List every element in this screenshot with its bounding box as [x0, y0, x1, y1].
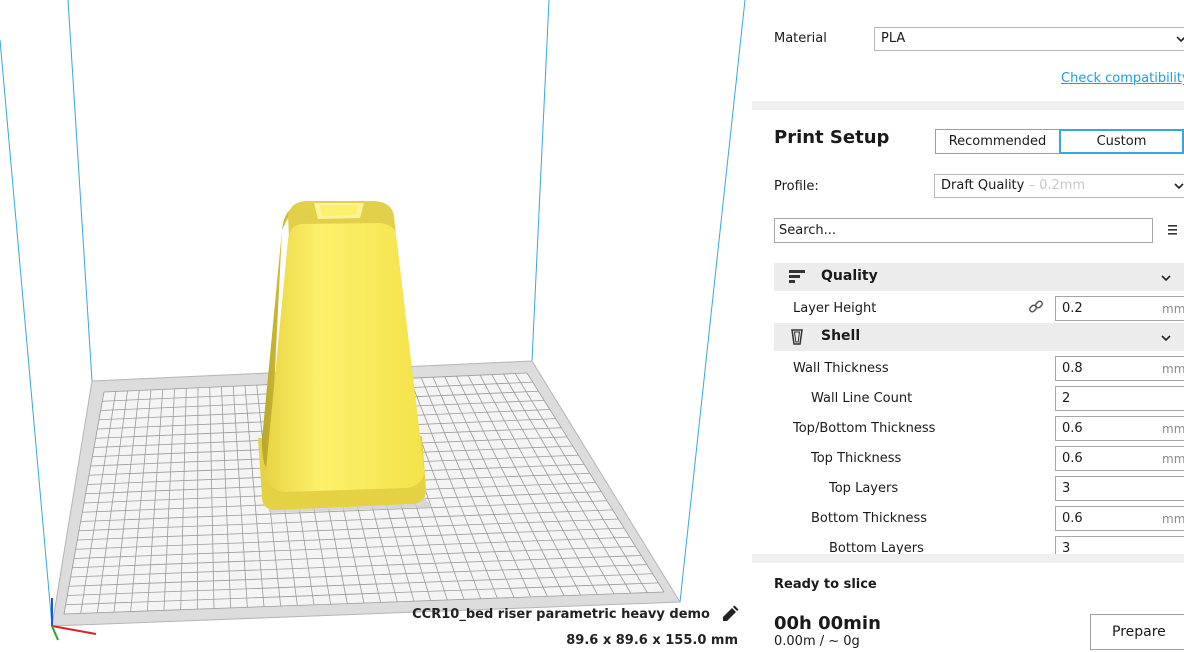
chevron-down-icon [1161, 275, 1171, 282]
menu-icon[interactable] [1165, 223, 1179, 237]
profile-value: Draft Quality [941, 178, 1025, 193]
wall-thickness-value: 0.8 [1062, 361, 1083, 376]
material-value: PLA [881, 31, 906, 46]
model-bed-riser [258, 201, 426, 510]
unit-label: mm [1162, 452, 1184, 466]
bottom-layers-value: 3 [1062, 541, 1071, 554]
slice-status: Ready to slice [774, 577, 877, 592]
model-dimensions: 89.6 x 89.6 x 155.0 mm [566, 633, 738, 648]
layer-height-value: 0.2 [1062, 301, 1083, 316]
setting-label-bottom-layers: Bottom Layers [829, 541, 924, 554]
setting-label-bottom-thickness: Bottom Thickness [811, 511, 928, 526]
layer-height-input[interactable]: 0.2 mm [1055, 296, 1184, 321]
print-setup-panel: Print Setup Recommended Custom Profile: … [752, 110, 1184, 554]
material-panel: Material PLA Check compatibility [752, 0, 1184, 101]
setting-label-wall-thickness: Wall Thickness [793, 361, 889, 376]
y-axis [51, 625, 59, 641]
top-thickness-value: 0.6 [1062, 451, 1083, 466]
slice-panel: Ready to slice 00h 00min 0.00m / ~ 0g Pr… [752, 563, 1184, 652]
3d-viewport[interactable]: CCR10_bed riser parametric heavy demo 89… [0, 0, 752, 652]
wall-thickness-input[interactable]: 0.8 mm [1055, 356, 1184, 381]
material-dropdown[interactable]: PLA [874, 27, 1184, 51]
custom-tab[interactable]: Custom [1059, 129, 1184, 154]
pencil-icon[interactable] [718, 604, 740, 626]
print-time: 00h 00min [774, 613, 881, 634]
recommended-tab[interactable]: Recommended [935, 129, 1060, 154]
setting-label-top-thickness: Top Thickness [811, 451, 902, 466]
setting-label-top-bottom-thickness: Top/Bottom Thickness [793, 421, 936, 436]
chevron-down-icon [1174, 183, 1184, 190]
top-layers-value: 3 [1062, 481, 1071, 496]
sidebar: Material PLA Check compatibility Print S… [752, 0, 1184, 652]
bottom-thickness-input[interactable]: 0.6 mm [1055, 506, 1184, 531]
unit-label: mm [1162, 422, 1184, 436]
category-quality-label: Quality [821, 268, 878, 284]
shell-icon [791, 329, 803, 345]
settings-search-input[interactable]: Search... [774, 218, 1153, 243]
top-layers-input[interactable]: 3 [1055, 476, 1184, 501]
wall-line-count-input[interactable]: 2 [1055, 386, 1184, 411]
profile-label: Profile: [774, 179, 819, 194]
category-shell[interactable]: Shell [774, 323, 1184, 351]
setting-label-wall-line-count: Wall Line Count [811, 391, 913, 406]
top-bottom-thickness-value: 0.6 [1062, 421, 1083, 436]
top-thickness-input[interactable]: 0.6 mm [1055, 446, 1184, 471]
prepare-button[interactable]: Prepare [1090, 614, 1184, 650]
material-label: Material [774, 31, 827, 46]
quality-icon [789, 270, 805, 283]
profile-dropdown[interactable]: Draft Quality – 0.2mm [934, 174, 1184, 198]
x-axis [51, 625, 97, 635]
model-name: CCR10_bed riser parametric heavy demo [412, 607, 710, 622]
build-volume-scene [0, 0, 746, 641]
link-icon[interactable] [1028, 299, 1044, 315]
unit-label: mm [1162, 302, 1184, 316]
setting-label-top-layers: Top Layers [829, 481, 899, 496]
bottom-layers-input[interactable]: 3 [1055, 536, 1184, 554]
category-quality[interactable]: Quality [774, 263, 1184, 291]
wall-line-count-value: 2 [1062, 391, 1071, 406]
print-setup-title: Print Setup [774, 127, 890, 148]
profile-layer-height: – 0.2mm [1024, 178, 1086, 193]
category-shell-label: Shell [821, 328, 861, 344]
unit-label: mm [1162, 512, 1184, 526]
material-estimate: 0.00m / ~ 0g [774, 634, 860, 649]
check-compatibility-link[interactable]: Check compatibility [1061, 71, 1184, 86]
bottom-thickness-value: 0.6 [1062, 511, 1083, 526]
top-bottom-thickness-input[interactable]: 0.6 mm [1055, 416, 1184, 441]
unit-label: mm [1162, 362, 1184, 376]
chevron-down-icon [1176, 36, 1184, 43]
chevron-down-icon [1161, 335, 1171, 342]
setting-label-layer-height: Layer Height [793, 301, 877, 316]
